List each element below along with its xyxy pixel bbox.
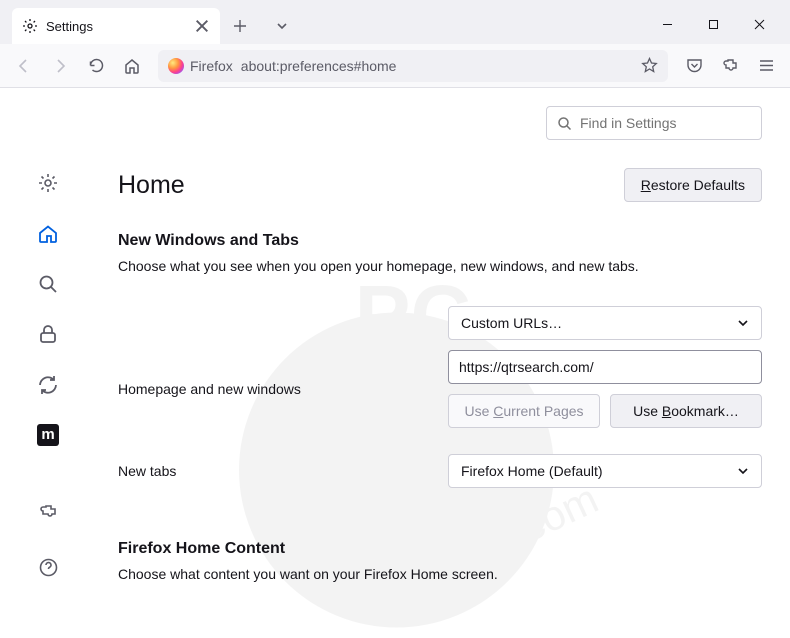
reload-button[interactable] <box>80 50 112 82</box>
back-button[interactable] <box>8 50 40 82</box>
homepage-label: Homepage and new windows <box>118 381 448 397</box>
section-new-windows-caption: Choose what you see when you open your h… <box>118 258 762 274</box>
forward-button[interactable] <box>44 50 76 82</box>
restore-defaults-button[interactable]: Restore Defaults <box>624 168 762 202</box>
identity-label: Firefox <box>190 58 233 74</box>
new-tabs-select[interactable]: Firefox Home (Default) <box>448 454 762 488</box>
new-tabs-value: Firefox Home (Default) <box>461 463 603 479</box>
app-menu-button[interactable] <box>750 50 782 82</box>
window-maximize-button[interactable] <box>690 8 736 40</box>
chevron-down-icon <box>737 465 749 477</box>
bookmark-star-button[interactable] <box>641 57 658 74</box>
sidebar-sync[interactable] <box>36 374 60 396</box>
use-bookmark-button[interactable]: Use Bookmark… <box>610 394 762 428</box>
identity-box[interactable]: Firefox <box>168 58 233 74</box>
close-tab-button[interactable] <box>194 18 210 34</box>
section-new-windows-title: New Windows and Tabs <box>118 232 762 250</box>
pocket-button[interactable] <box>678 50 710 82</box>
sidebar-help[interactable] <box>36 557 60 579</box>
chevron-down-icon <box>737 317 749 329</box>
window-close-button[interactable] <box>736 8 782 40</box>
firefox-icon <box>168 58 184 74</box>
extensions-button[interactable] <box>714 50 746 82</box>
search-placeholder: Find in Settings <box>580 115 677 131</box>
home-button[interactable] <box>116 50 148 82</box>
url-text: about:preferences#home <box>241 58 633 74</box>
sidebar-search[interactable] <box>36 273 60 295</box>
settings-search[interactable]: Find in Settings <box>546 106 762 140</box>
homepage-url-input[interactable] <box>448 350 762 384</box>
browser-tab[interactable]: Settings <box>12 8 220 44</box>
tab-title: Settings <box>46 19 186 34</box>
use-current-pages-button[interactable]: Use Current Pages <box>448 394 600 428</box>
new-tabs-label: New tabs <box>118 463 448 479</box>
sidebar-more-from-mozilla[interactable]: m <box>37 424 59 446</box>
page-title: Home <box>118 171 185 200</box>
homepage-mode-value: Custom URLs… <box>461 315 562 331</box>
window-minimize-button[interactable] <box>644 8 690 40</box>
section-home-content-title: Firefox Home Content <box>118 540 762 558</box>
sidebar-privacy[interactable] <box>36 323 60 345</box>
gear-icon <box>22 18 38 34</box>
tab-list-dropdown[interactable] <box>268 12 296 40</box>
sidebar-home[interactable] <box>36 222 60 244</box>
search-icon <box>557 116 572 131</box>
sidebar-extensions[interactable] <box>36 502 60 524</box>
homepage-mode-select[interactable]: Custom URLs… <box>448 306 762 340</box>
sidebar-general[interactable] <box>36 172 60 194</box>
section-home-content-caption: Choose what content you want on your Fir… <box>118 566 762 582</box>
new-tab-button[interactable] <box>226 12 254 40</box>
url-bar[interactable]: Firefox about:preferences#home <box>158 50 668 82</box>
